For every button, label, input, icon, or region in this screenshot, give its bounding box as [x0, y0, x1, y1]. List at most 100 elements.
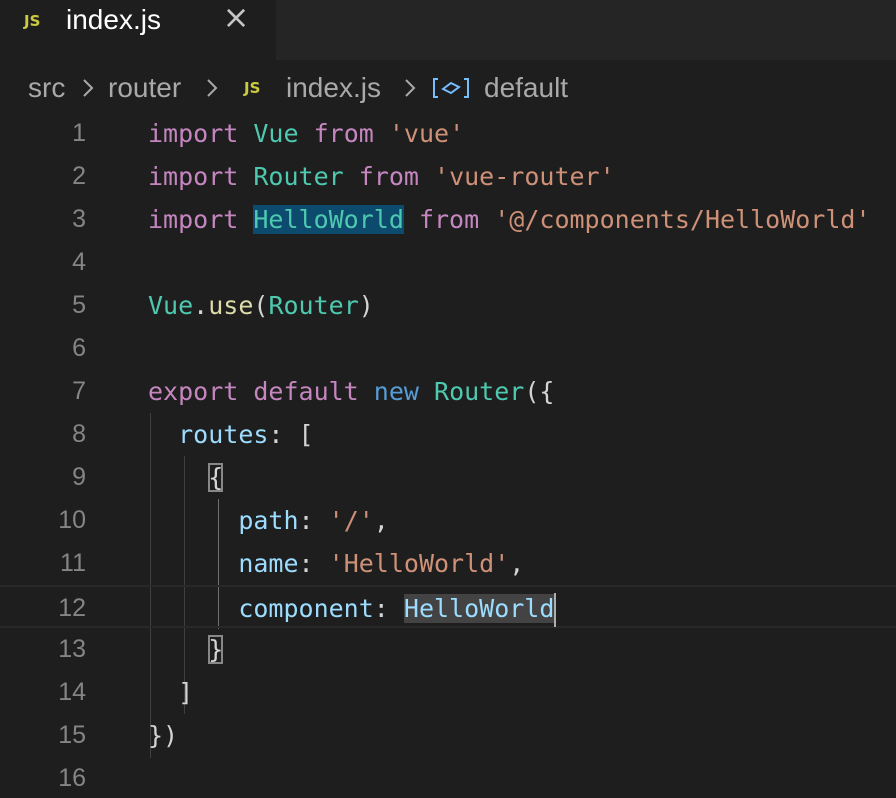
- code-line[interactable]: 5 Vue.use(Router): [0, 284, 896, 327]
- code-token: import: [148, 162, 239, 191]
- code-text: {: [148, 456, 224, 499]
- line-number: 13: [58, 635, 86, 663]
- breadcrumb-item-router[interactable]: router: [108, 72, 181, 104]
- code-token: path: [238, 506, 299, 535]
- code-text: }: [148, 628, 224, 671]
- code-text: export default new Router({: [148, 370, 554, 413]
- code-token: HelloWorld: [253, 205, 404, 234]
- code-line[interactable]: 6: [0, 327, 896, 370]
- chevron-right-icon: [83, 79, 94, 97]
- code-token: Vue: [148, 291, 194, 320]
- code-text: import Router from 'vue-router': [148, 155, 615, 198]
- code-token: :: [298, 549, 329, 578]
- line-number: 4: [72, 248, 86, 276]
- code-token: ]: [178, 678, 194, 707]
- code-line[interactable]: 2 import Router from 'vue-router': [0, 155, 896, 198]
- line-number: 2: [72, 162, 86, 190]
- code-token: import: [148, 205, 239, 234]
- code-line[interactable]: 12 component: HelloWorld: [0, 585, 896, 628]
- breadcrumb-item-symbol[interactable]: default: [484, 72, 568, 104]
- line-number: 8: [72, 420, 86, 448]
- code-text: import HelloWorld from '@/components/Hel…: [148, 198, 871, 241]
- code-line[interactable]: 4: [0, 241, 896, 284]
- code-text: import Vue from 'vue': [148, 112, 464, 155]
- tab-bar: JS index.js ×: [0, 0, 896, 60]
- line-number: 7: [72, 377, 86, 405]
- code-line[interactable]: 16: [0, 757, 896, 798]
- code-line[interactable]: 15}): [0, 714, 896, 757]
- code-token: :: [298, 506, 329, 535]
- code-token: routes: [178, 420, 269, 449]
- code-token: component: [238, 594, 374, 623]
- code-token: (: [253, 291, 269, 320]
- code-token: ,: [373, 506, 389, 535]
- code-token: from: [358, 162, 419, 191]
- code-line[interactable]: 11 name: 'HelloWorld',: [0, 542, 896, 585]
- code-token: : [: [268, 420, 314, 449]
- code-line[interactable]: 14 ]: [0, 671, 896, 714]
- line-number: 16: [58, 764, 86, 792]
- code-line[interactable]: 8 routes: [: [0, 413, 896, 456]
- code-token: ): [358, 291, 374, 320]
- code-token: '/': [328, 506, 374, 535]
- javascript-file-icon: JS: [24, 12, 41, 30]
- breadcrumb-item-file[interactable]: index.js: [286, 72, 381, 104]
- code-token: 'HelloWorld': [328, 549, 510, 578]
- line-number: 3: [72, 205, 86, 233]
- breadcrumb: src router JS index.js default: [0, 60, 896, 116]
- close-icon[interactable]: ×: [222, 1, 250, 33]
- code-token: import: [148, 119, 239, 148]
- line-number: 15: [58, 721, 86, 749]
- chevron-right-icon: [207, 79, 218, 97]
- code-line[interactable]: 3 import HelloWorld from '@/components/He…: [0, 198, 896, 241]
- code-line[interactable]: 1 import Vue from 'vue': [0, 112, 896, 155]
- code-token: :: [373, 594, 404, 623]
- line-number: 5: [72, 291, 86, 319]
- code-token: }: [208, 635, 224, 664]
- line-number: 14: [58, 678, 86, 706]
- line-number: 6: [72, 334, 86, 362]
- variable-symbol-icon: [433, 78, 469, 98]
- code-line[interactable]: 9 {: [0, 456, 896, 499]
- code-line[interactable]: 7 export default new Router({: [0, 370, 896, 413]
- code-token: 'vue-router': [434, 162, 615, 191]
- code-token: }): [148, 721, 179, 750]
- line-number: 12: [58, 594, 86, 622]
- code-token: HelloWorld: [403, 594, 555, 623]
- line-number: 11: [60, 549, 86, 577]
- line-number: 1: [72, 119, 86, 147]
- code-token: Vue: [253, 119, 299, 148]
- code-token: use: [208, 291, 254, 320]
- code-text: component: HelloWorld: [148, 587, 557, 630]
- line-number: 9: [72, 463, 86, 491]
- tab-label: index.js: [66, 4, 161, 35]
- code-token: from: [418, 205, 480, 234]
- code-editor[interactable]: 1 import Vue from 'vue' 2 import Router fro…: [0, 112, 896, 798]
- code-text: }): [148, 714, 178, 757]
- code-token: name: [238, 549, 299, 578]
- code-token: ({: [524, 377, 555, 406]
- breadcrumb-item-src[interactable]: src: [28, 72, 65, 104]
- code-text: routes: [: [148, 413, 314, 456]
- code-token: ,: [509, 549, 525, 578]
- code-text: Vue.use(Router): [148, 284, 374, 327]
- code-line[interactable]: 10 path: '/',: [0, 499, 896, 542]
- tab-index-js[interactable]: JS index.js ×: [0, 0, 276, 60]
- code-line[interactable]: 13 }: [0, 628, 896, 671]
- chevron-right-icon: [405, 79, 416, 97]
- code-token: export: [148, 377, 239, 406]
